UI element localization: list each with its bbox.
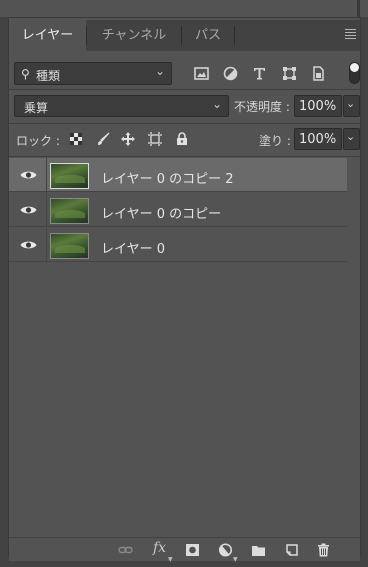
type-filter-icon[interactable] [252,66,267,81]
layer-name: レイヤー 0 [101,242,166,257]
visibility-eye-icon[interactable] [20,169,37,181]
link-layers-icon[interactable] [118,543,133,557]
lock-position-icon[interactable] [121,132,135,146]
layer-thumbnail [50,233,89,259]
delete-layer-trash-icon[interactable] [316,543,331,557]
image-filter-icon[interactable] [194,66,209,81]
opacity-value: 100% [299,99,337,114]
new-layer-icon[interactable] [284,543,299,557]
add-mask-icon[interactable] [185,543,200,557]
visibility-eye-icon[interactable] [20,239,37,251]
new-group-folder-icon[interactable] [251,543,266,557]
adjustment-filter-icon[interactable] [223,66,238,81]
opacity-dropdown[interactable]: ⌄ [343,95,360,117]
layer-style-fx-icon[interactable]: fx [153,540,166,556]
top-strip [0,0,368,17]
chevron-down-icon: ⌄ [346,97,356,110]
lock-image-pixels-icon[interactable] [96,132,110,146]
layer-thumbnail [50,198,89,224]
blend-mode-select[interactable]: 乗算 ⌄ [14,95,229,117]
chevron-down-icon: ⌄ [211,97,222,111]
layer-name: レイヤー 0 のコピー [101,207,222,222]
new-adjustment-layer-icon[interactable] [218,543,233,557]
chevron-down-icon: ⌄ [346,130,356,143]
filter-type-select[interactable]: ⚲ 種類 ⌄ [14,62,172,85]
layer-row[interactable]: レイヤー 0 [9,228,347,262]
layer-row[interactable]: レイヤー 0 のコピー 2 [9,158,347,192]
chevron-down-icon: ⌄ [154,64,165,78]
search-icon: ⚲ [21,67,30,81]
layer-row[interactable]: レイヤー 0 のコピー [9,193,347,227]
filter-toggle[interactable] [349,62,360,84]
filter-type-label: 種類 [36,69,61,83]
tab-paths[interactable]: パス [182,20,234,51]
panel-tab-bar: レイヤー チャンネル パス [9,20,360,51]
panel-menu-icon[interactable] [345,29,356,41]
tab-layers[interactable]: レイヤー [9,20,86,51]
lock-label: ロック : [16,134,60,148]
fill-value: 100% [299,132,337,147]
shape-filter-icon[interactable] [282,66,297,81]
tab-channels[interactable]: チャンネル [87,20,181,51]
opacity-field[interactable]: 100% [294,95,342,117]
caret-icon: ▼ [168,556,173,563]
fill-field[interactable]: 100% [294,128,342,150]
smart-object-filter-icon[interactable] [311,66,326,81]
caret-icon: ▼ [233,556,238,563]
fill-label: 塗り : [259,134,291,148]
lock-transparent-pixels-icon[interactable] [69,132,83,146]
visibility-eye-icon[interactable] [20,204,37,216]
lock-all-icon[interactable] [175,132,189,146]
layer-thumbnail [50,163,89,189]
lock-artboard-icon[interactable] [148,132,162,146]
opacity-label: 不透明度 : [234,100,290,114]
layers-scrollbar[interactable] [347,157,359,537]
fill-dropdown[interactable]: ⌄ [343,128,360,150]
blend-mode-label: 乗算 [24,101,49,115]
layer-name: レイヤー 0 のコピー 2 [101,172,234,187]
